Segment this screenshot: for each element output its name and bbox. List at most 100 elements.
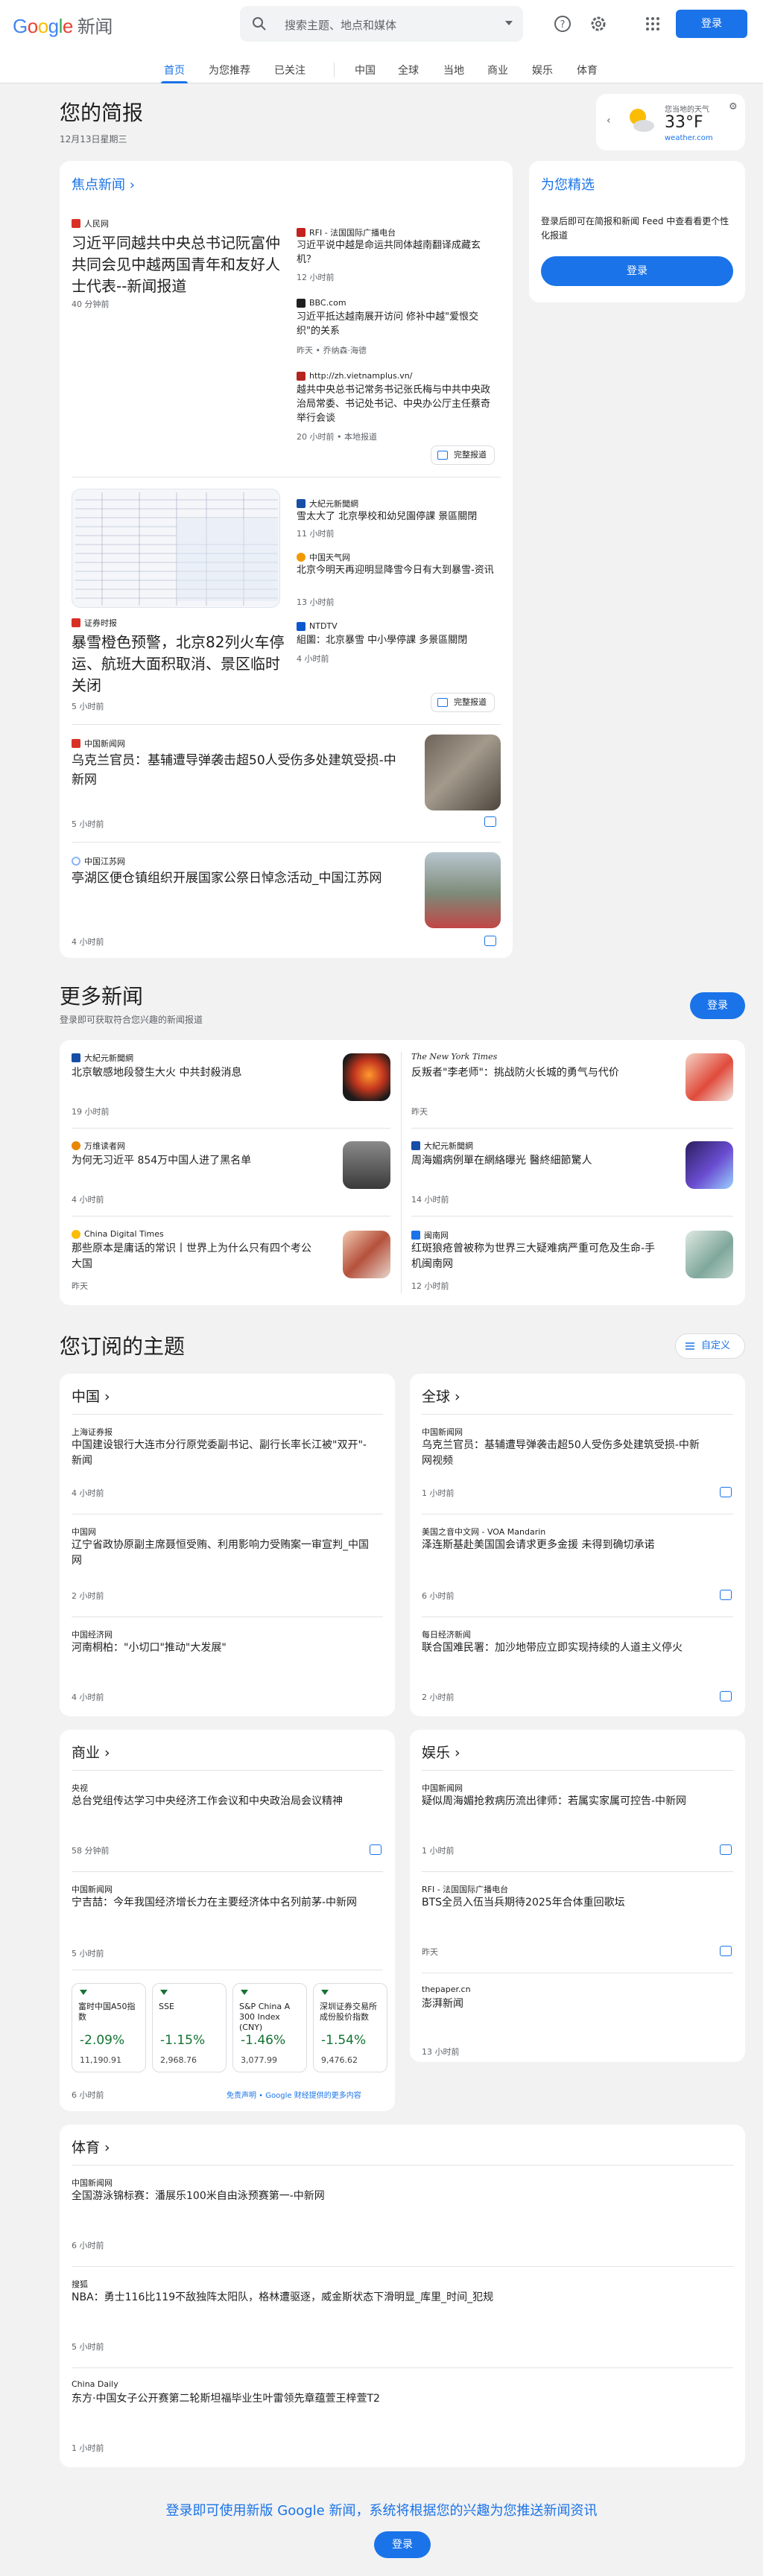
tab-entertainment[interactable]: 娱乐 (532, 63, 553, 77)
more-news-sign-in-button[interactable]: 登录 (690, 992, 745, 1019)
topic-title-link[interactable]: 娱乐 › (422, 1742, 460, 1762)
story-headline[interactable]: 红斑狼疮曾被称为世界三大疑难病严重可危及生命-手机闽南网 (411, 1241, 657, 1272)
story-image-snow-table[interactable] (72, 489, 280, 608)
stock-card[interactable]: 深圳证券交易所成份股价指数 -1.54% 9,476.62 (313, 1983, 387, 2072)
apps-grid-icon[interactable] (642, 13, 663, 34)
stock-card[interactable]: 富时中国A50指数 -2.09% 11,190.91 (72, 1983, 146, 2072)
finance-disclaimer-link[interactable]: 免责声明 • Google 财经提供的更多内容 (227, 2089, 361, 2100)
stock-change: -1.46% (241, 2033, 286, 2048)
settings-gear-icon[interactable] (588, 13, 609, 34)
story-thumbnail-blacklist[interactable] (343, 1141, 390, 1189)
full-coverage-icon (437, 451, 448, 460)
story-headline[interactable]: 那些原本是庸话的常识丨世界上为什么只有四个考公大国 (72, 1241, 317, 1272)
full-coverage-icon[interactable] (720, 1487, 732, 1497)
tab-business[interactable]: 商业 (487, 63, 508, 77)
story-headline[interactable]: 辽宁省政协原副主席聂恒受贿、利用影响力受贿案一审宣判_中国网 (72, 1538, 370, 1569)
source-logo-icon (72, 1053, 80, 1062)
customize-button[interactable]: 自定义 (675, 1333, 745, 1359)
side-story-headline[interactable]: 組圖：北京暴雪 中小學停課 多景區關閉 (297, 633, 498, 647)
story-headline[interactable]: 习近平同越共中央总书记阮富仲共同会见中越两国青年和友好人士代表--新闻报道 (72, 232, 288, 297)
story-headline[interactable]: 总台党组传达学习中央经济工作会议和中央政治局会议精神 (72, 1794, 355, 1809)
side-story-source: 大紀元新聞網 (297, 498, 358, 510)
story-time: 19 小时前 (72, 1107, 110, 1117)
topic-title-link[interactable]: 商业 › (72, 1742, 110, 1762)
source-name: 中国新闻网 (84, 739, 125, 749)
divider (72, 842, 501, 843)
source-logo-icon (72, 618, 80, 627)
search-placeholder[interactable]: 搜索主题、地点和媒体 (285, 17, 396, 33)
story-headline[interactable]: 周海媚病例單在網絡曝光 醫終細節驚人 (411, 1153, 657, 1169)
story-headline[interactable]: 联合国难民署：加沙地带应立即实现持续的人道主义停火 (422, 1640, 720, 1656)
google-news-logo[interactable]: Google 新闻 (13, 12, 113, 38)
full-coverage-button[interactable]: 完整报道 (431, 445, 495, 465)
full-coverage-icon[interactable] (720, 1691, 732, 1701)
topic-title-link[interactable]: 中国 › (72, 1386, 110, 1406)
tab-china[interactable]: 中国 (355, 63, 376, 77)
stock-card[interactable]: S&P China A 300 Index (CNY) -1.46% 3,077.9… (232, 1983, 307, 2072)
story-thumbnail-hospital[interactable] (686, 1231, 733, 1278)
story-headline[interactable]: BTS全员入伍当兵期待2025年合体重回歌坛 (422, 1895, 720, 1911)
tab-sports[interactable]: 体育 (577, 63, 598, 77)
topic-title-link[interactable]: 全球 › (422, 1386, 460, 1406)
full-coverage-icon[interactable] (720, 1844, 732, 1855)
full-coverage-icon[interactable] (720, 1946, 732, 1956)
story-thumbnail-memorial[interactable] (425, 852, 501, 928)
full-coverage-icon[interactable] (484, 816, 496, 827)
full-coverage-button[interactable]: 完整报道 (431, 693, 495, 712)
story-thumbnail-exam[interactable] (343, 1231, 390, 1278)
side-story-headline[interactable]: 北京今明天再迎明显降雪今日有大到暴雪-资讯 (297, 563, 498, 577)
topic-title-link[interactable]: 体育 › (72, 2136, 110, 2157)
top-stories-link[interactable]: 焦点新闻 › (72, 174, 135, 194)
search-box[interactable]: 搜索主题、地点和媒体 (240, 6, 523, 42)
help-icon[interactable]: ? (552, 13, 573, 34)
search-options-chevron-icon[interactable] (505, 21, 513, 25)
story-headline[interactable]: 宁吉喆：今年我国经济增长力在主要经济体中名列前茅-中新网 (72, 1895, 370, 1911)
stock-card[interactable]: SSE -1.15% 2,968.76 (152, 1983, 227, 2072)
weather-label: 您当地的天气 (665, 106, 709, 114)
story-thumbnail-kyiv[interactable] (425, 735, 501, 810)
full-coverage-icon[interactable] (370, 1844, 382, 1855)
side-story-headline[interactable]: 雪太大了 北京學校和幼兒園停課 景區關閉 (297, 510, 498, 524)
story-headline[interactable]: 中国建设银行大连市分行原党委副书记、副行长率长江被"双开"-新闻 (72, 1438, 370, 1469)
tab-following[interactable]: 已关注 (274, 63, 305, 77)
weather-settings-icon[interactable]: ⚙ (729, 101, 738, 112)
story-headline[interactable]: 澎湃新闻 (422, 1996, 720, 2012)
story-thumbnail-fire[interactable] (343, 1053, 390, 1101)
sign-in-button[interactable]: 登录 (676, 10, 747, 38)
full-coverage-icon[interactable] (484, 936, 496, 946)
story-time: 5 小时前 (72, 702, 104, 711)
story-source: The New York Times (411, 1052, 497, 1062)
side-story-headline[interactable]: 越共中央总书记常务书记张氏梅与中共中央政治局常委、书记处书记、中央办公厅主任蔡奇… (297, 383, 498, 425)
footer-sign-in-button[interactable]: 登录 (374, 2531, 431, 2558)
story-time: 5 小时前 (72, 2342, 104, 2352)
story-headline[interactable]: 反叛者"李老师"：挑战防火长城的勇气与代价 (411, 1065, 657, 1081)
tab-home[interactable]: 首页 (164, 63, 185, 77)
weather-prev-chevron-icon[interactable]: ‹ (607, 115, 611, 127)
story-headline[interactable]: 河南桐柏："小切口"推动"大发展" (72, 1640, 370, 1656)
tab-local[interactable]: 当地 (443, 63, 464, 77)
weather-source-link[interactable]: weather.com (665, 134, 713, 142)
story-headline[interactable]: 为何无习近平 854万中国人进了黑名单 (72, 1153, 317, 1169)
story-headline[interactable]: 乌克兰官员：基辅遭导弹袭击超50人受伤多处建筑受损-中新网视频 (422, 1438, 705, 1469)
story-headline[interactable]: 亭湖区便仓镇组织开展国家公祭日悼念活动_中国江苏网 (72, 869, 399, 888)
story-headline[interactable]: 东方·中国女子公开赛第二轮斯坦福毕业生叶雷领先章蕴萱王梓萱T2 (72, 2391, 712, 2407)
story-thumbnail-purple[interactable] (686, 1141, 733, 1189)
story-headline[interactable]: 疑似周海媚抢救病历流出律师：若属实家属可控告-中新网 (422, 1794, 705, 1809)
story-headline[interactable]: 全国游泳锦标赛：潘展乐100米自由泳预赛第一-中新网 (72, 2189, 683, 2204)
for-you-sign-in-button[interactable]: 登录 (541, 256, 733, 286)
story-headline[interactable]: NBA：勇士116比119不敌独阵太阳队，格林遭驱逐，威金斯状态下滑明显_库里_… (72, 2290, 712, 2306)
weather-widget[interactable]: ‹ 您当地的天气 33°F weather.com ⚙ (596, 94, 745, 150)
tab-for-you[interactable]: 为您推荐 (209, 63, 250, 77)
story-headline[interactable]: 北京敏感地段發生大火 中共封殺消息 (72, 1065, 317, 1081)
story-headline[interactable]: 暴雪橙色预警，北京82列火车停运、航班大面积取消、景区临时关闭 (72, 632, 288, 697)
story-headline[interactable]: 乌克兰官员：基辅遭导弹袭击超50人受伤多处建筑受损-中新网 (72, 751, 399, 790)
briefing-date: 12月13日星期三 (60, 134, 127, 145)
full-coverage-icon[interactable] (720, 1590, 732, 1600)
customize-label: 自定义 (701, 1340, 731, 1351)
story-headline[interactable]: 泽连斯基赴美国国会请求更多金援 未得到确切承诺 (422, 1538, 705, 1553)
side-story-headline[interactable]: 习近平说中越是命运共同体越南翻译成藏玄机？ (297, 238, 498, 267)
tab-world[interactable]: 全球 (398, 63, 419, 77)
side-story-headline[interactable]: 习近平抵达越南展开访问 修补中越"爱恨交织"的关系 (297, 310, 498, 338)
story-thumbnail-red[interactable] (686, 1053, 733, 1101)
stock-name: S&P China A 300 Index (CNY) (239, 2002, 291, 2032)
